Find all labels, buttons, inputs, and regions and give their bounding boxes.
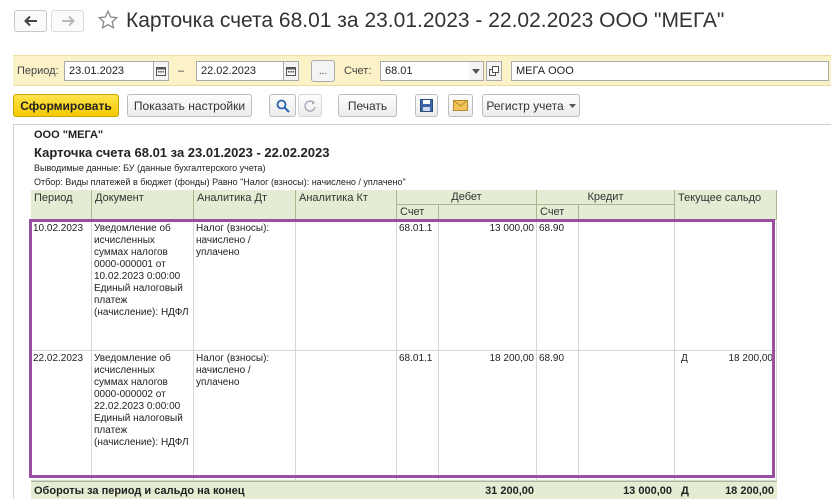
accounting-register-dropdown[interactable]: Регистр учета [482,94,580,117]
forward-button[interactable] [51,10,84,32]
calendar-icon [286,67,296,76]
row2-credit-account: 68.90 [537,351,579,481]
row2-credit-amount [579,351,675,481]
column-header-debit: Дебет [397,190,537,205]
generate-button[interactable]: Сформировать [13,94,119,117]
row1-balance [675,221,777,351]
send-email-button[interactable] [448,94,473,117]
row2-analytics-dt: Налог (взносы): начислено / уплачено [194,351,296,481]
accounting-register-label: Регистр учета [486,98,564,113]
row2-document[interactable]: Уведомление об исчисленных суммах налого… [92,351,194,481]
column-header-document: Документ [92,190,194,220]
row1-debit-amount: 13 000,00 [439,221,537,351]
row2-balance-side: Д [681,353,688,364]
report-output-data: Выводимые данные: БУ (данные бухгалтерск… [34,163,266,173]
totals-balance: 18 200,00 [725,485,774,497]
chevron-down-icon [568,103,576,108]
account-input[interactable]: 68.01 [380,61,470,81]
row2-balance: Д 18 200,00 [675,351,777,481]
select-period-button[interactable]: ... [311,60,335,82]
column-header-balance: Текущее сальдо [675,190,777,220]
star-icon [97,9,119,30]
row1-analytics-kt [296,221,397,351]
window-title: Карточка счета 68.01 за 23.01.2023 - 22.… [126,9,725,32]
show-settings-button[interactable]: Показать настройки [127,94,252,117]
open-window-icon [489,66,499,76]
totals-label: Обороты за период и сальдо на конец [34,485,245,497]
column-header-credit-account: Счет [537,205,579,220]
account-label: Счет: [344,65,372,77]
date-from-input[interactable]: 23.01.2023 [64,61,154,81]
search-button[interactable] [269,94,296,117]
floppy-disk-icon [420,99,433,112]
column-header-credit-amount [579,205,675,220]
print-button[interactable]: Печать [338,94,397,117]
column-header-credit: Кредит [537,190,675,205]
date-to-calendar-button[interactable] [283,61,299,81]
refresh-icon [304,99,316,112]
row1-credit-account: 68.90 [537,221,579,351]
column-header-period: Период [31,190,92,220]
calendar-icon [156,67,166,76]
row2-analytics-kt [296,351,397,481]
date-to-input[interactable]: 22.02.2023 [196,61,284,81]
back-button[interactable] [14,10,47,32]
report-spreadsheet[interactable]: ООО "МЕГА" Карточка счета 68.01 за 23.01… [13,124,831,499]
row1-credit-amount [579,221,675,351]
envelope-icon [453,100,468,111]
row2-period: 22.02.2023 [31,351,92,481]
totals-balance-side: Д [681,485,689,497]
chevron-down-icon [472,68,480,74]
arrow-left-icon [23,15,37,27]
row2-balance-amount: 18 200,00 [728,353,774,364]
column-header-analytics-dt: Аналитика Дт [194,190,296,220]
row1-analytics-dt: Налог (взносы): начислено / уплачено [194,221,296,351]
totals-credit: 13 000,00 [623,485,672,497]
save-button[interactable] [415,94,438,117]
row2-debit-amount: 18 200,00 [439,351,537,481]
period-label: Период: [17,65,59,77]
account-open-button[interactable] [486,61,502,81]
period-dash: – [178,65,185,77]
totals-debit: 31 200,00 [485,485,534,497]
row1-period: 10.02.2023 [31,221,92,351]
row1-document[interactable]: Уведомление об исчисленных суммах налого… [92,221,194,351]
organization-input[interactable]: МЕГА ООО [511,61,829,81]
favorite-star-button[interactable] [97,9,119,36]
report-title: Карточка счета 68.01 за 23.01.2023 - 22.… [34,145,330,160]
column-header-analytics-kt: Аналитика Кт [296,190,397,220]
column-header-debit-account: Счет [397,205,439,220]
report-filter: Отбор: Виды платежей в бюджет (фонды) Ра… [34,177,406,187]
parameters-panel: Период: 23.01.2023 – 22.02.2023 ... Счет… [13,55,831,86]
refresh-button[interactable] [298,94,322,117]
arrow-right-icon [61,15,75,27]
totals-row: Обороты за период и сальдо на конец 31 2… [31,481,777,499]
search-icon [276,99,290,113]
report-organization: ООО "МЕГА" [34,129,104,141]
date-from-calendar-button[interactable] [153,61,169,81]
row2-debit-account: 68.01.1 [397,351,439,481]
account-dropdown-button[interactable] [469,61,484,81]
column-header-debit-amount [439,205,537,220]
row1-debit-account: 68.01.1 [397,221,439,351]
